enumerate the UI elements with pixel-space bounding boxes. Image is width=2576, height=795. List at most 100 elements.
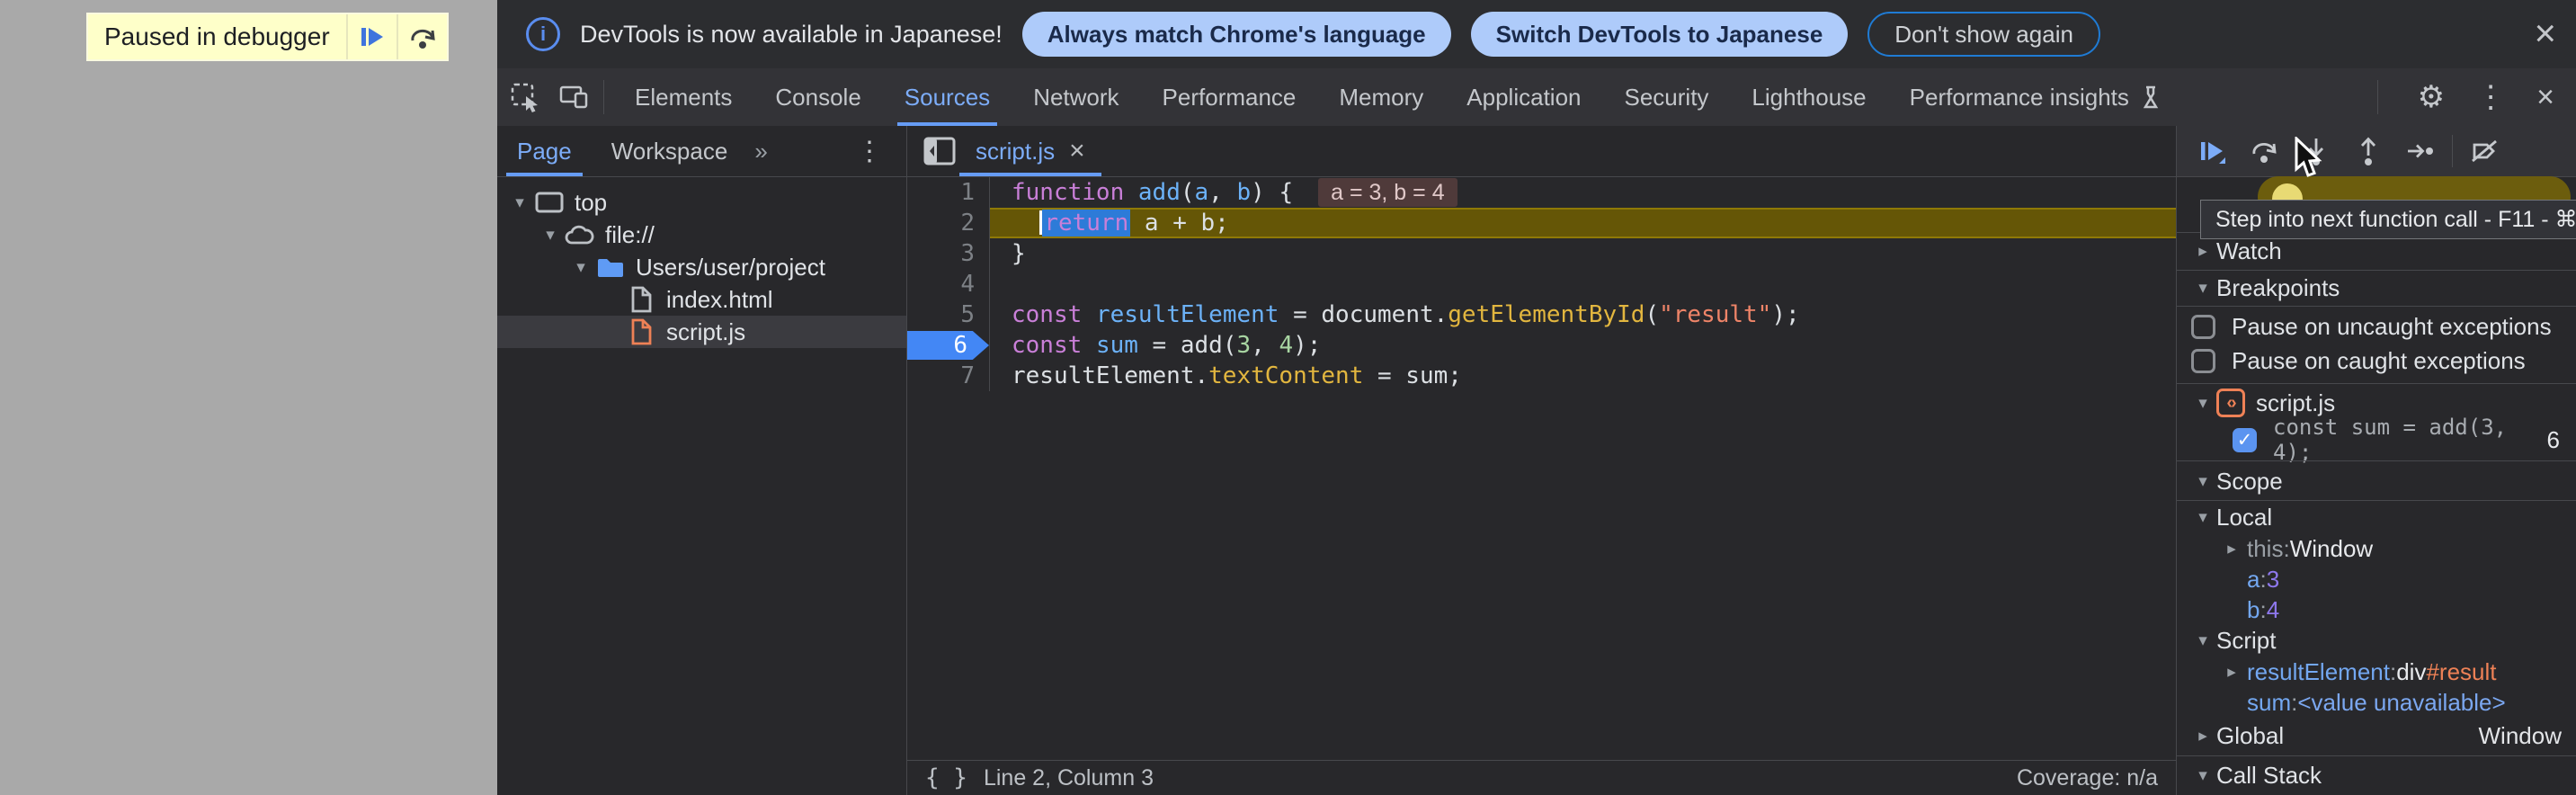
deactivate-breakpoints-button[interactable]: [2458, 126, 2510, 176]
gutter-line-3[interactable]: 3: [907, 238, 990, 269]
scope-variable-row[interactable]: sum: <value unavailable>: [2177, 687, 2576, 718]
watch-section-title: Watch: [2216, 237, 2282, 265]
code-line-3[interactable]: 3}: [907, 238, 2176, 269]
tree-item-label: script.js: [666, 318, 745, 346]
cursor-position: Line 2, Column 3: [984, 765, 1154, 791]
code-line-2[interactable]: 2 return a + b;: [907, 208, 2176, 238]
tree-item-script-js[interactable]: script.js: [497, 316, 906, 348]
tree-item-users-user-project[interactable]: ▾Users/user/project: [497, 251, 906, 283]
resume-script-button[interactable]: [348, 14, 397, 59]
chevron-right-icon[interactable]: ▸: [2189, 726, 2216, 746]
scope-variable-row[interactable]: ▸this: Window: [2177, 533, 2576, 564]
code-line-5[interactable]: 5const resultElement = document.getEleme…: [907, 299, 2176, 330]
tab-elements[interactable]: Elements: [613, 68, 753, 126]
chevron-down-icon[interactable]: ▾: [537, 225, 564, 246]
code-token: resultElement: [1096, 301, 1279, 328]
tab-page[interactable]: Page: [497, 126, 592, 176]
gutter-line-7[interactable]: 7: [907, 361, 990, 391]
section-call-stack[interactable]: ▾ Call Stack: [2177, 756, 2576, 795]
collapse-sidebar-button[interactable]: [920, 133, 959, 169]
code-line-6[interactable]: 6const sum = add(3, 4);: [907, 330, 2176, 361]
step-out-button[interactable]: [2342, 126, 2394, 176]
resume-button[interactable]: [2186, 126, 2238, 176]
code-text: [990, 269, 2176, 299]
toggle-device-toolbar-button[interactable]: [553, 76, 594, 118]
chevron-down-icon[interactable]: ▾: [567, 257, 594, 278]
tab-lighthouse[interactable]: Lighthouse: [1730, 68, 1887, 126]
gutter-line-2[interactable]: 2: [907, 208, 990, 238]
chevron-down-icon[interactable]: ▾: [2189, 507, 2216, 528]
navigator-tabs: Page Workspace » ⋮: [497, 126, 906, 177]
step-over-button[interactable]: [2238, 126, 2290, 176]
tab-performance-insights[interactable]: Performance insights: [1888, 68, 2185, 126]
chevron-down-icon[interactable]: ▾: [2189, 765, 2216, 786]
chevron-down-icon[interactable]: ▾: [2189, 393, 2216, 414]
chevron-down-icon[interactable]: ▾: [2189, 471, 2216, 492]
pause-caught-checkbox[interactable]: [2191, 349, 2215, 373]
tab-application[interactable]: Application: [1445, 68, 1602, 126]
code-token: function: [1012, 179, 1124, 206]
gutter-line-5[interactable]: 5: [907, 299, 990, 330]
editor-tab-scriptjs[interactable]: script.js ×: [959, 126, 1101, 176]
tab-workspace[interactable]: Workspace: [592, 126, 748, 176]
tab-network[interactable]: Network: [1012, 68, 1140, 126]
tree-item-file-[interactable]: ▾file://: [497, 219, 906, 251]
section-breakpoints[interactable]: ▾ Breakpoints: [2177, 270, 2576, 306]
breakpoints-section-title: Breakpoints: [2216, 274, 2340, 302]
code-area[interactable]: 1function add(a, b) {a = 3, b = 42 retur…: [907, 177, 2176, 760]
settings-gear-icon[interactable]: ⚙: [2418, 81, 2445, 113]
section-scope[interactable]: ▾ Scope: [2177, 462, 2576, 500]
close-devtools-icon[interactable]: ×: [2536, 81, 2554, 113]
code-line-7[interactable]: 7resultElement.textContent = sum;: [907, 361, 2176, 391]
step-over-button[interactable]: [398, 14, 447, 59]
code-line-4[interactable]: 4: [907, 269, 2176, 299]
pretty-print-icon[interactable]: { }: [925, 764, 967, 791]
chevron-down-icon[interactable]: ▾: [506, 192, 533, 213]
chevron-down-icon[interactable]: ▾: [2189, 630, 2216, 651]
match-chrome-language-button[interactable]: Always match Chrome's language: [1022, 12, 1451, 57]
notification-close-icon[interactable]: ×: [2534, 13, 2556, 54]
tab-console[interactable]: Console: [753, 68, 882, 126]
code-line-1[interactable]: 1function add(a, b) {a = 3, b = 4: [907, 177, 2176, 208]
tree-item-index-html[interactable]: index.html: [497, 283, 906, 316]
close-tab-icon[interactable]: ×: [1069, 136, 1085, 166]
switch-devtools-japanese-button[interactable]: Switch DevTools to Japanese: [1471, 12, 1849, 57]
tab-performance[interactable]: Performance: [1141, 68, 1318, 126]
tab-label: Network: [1033, 68, 1119, 126]
pause-uncaught-checkbox[interactable]: [2191, 315, 2215, 339]
scope-group-local[interactable]: ▾Local: [2177, 502, 2576, 533]
navigator-menu-icon[interactable]: ⋮: [856, 136, 906, 167]
code-token: [1082, 301, 1096, 328]
dont-show-again-button[interactable]: Don't show again: [1867, 12, 2100, 57]
breakpoint-checkbox[interactable]: ✓: [2233, 428, 2257, 452]
panel-divider[interactable]: [906, 126, 907, 795]
code-token: getElementById: [1448, 301, 1645, 328]
panel-divider[interactable]: [2176, 126, 2177, 795]
scope-group-script[interactable]: ▾Script: [2177, 625, 2576, 657]
screen: Paused in debugger i DevTools is now ava…: [0, 0, 2576, 795]
scope-variable-row[interactable]: b: 4: [2177, 594, 2576, 625]
tab-memory[interactable]: Memory: [1317, 68, 1445, 126]
scope-variable-row[interactable]: ▸resultElement: div#result: [2177, 657, 2576, 687]
chevron-right-icon[interactable]: ▸: [2189, 241, 2216, 262]
scope-group-global[interactable]: ▸GlobalWindow: [2177, 718, 2576, 755]
tab-security[interactable]: Security: [1603, 68, 1731, 126]
breakpoint-entry-row[interactable]: ✓ const sum = add(3, 4); 6: [2177, 421, 2576, 459]
gutter-line-6[interactable]: 6: [907, 330, 990, 361]
line-number: 6: [953, 332, 975, 359]
more-tabs-icon[interactable]: »: [747, 138, 774, 165]
chevron-right-icon[interactable]: ▸: [2216, 539, 2247, 559]
tab-sources[interactable]: Sources: [883, 68, 1012, 126]
scope-variable-row[interactable]: a: 3: [2177, 564, 2576, 594]
gutter-line-1[interactable]: 1: [907, 177, 990, 208]
gutter-line-4[interactable]: 4: [907, 269, 990, 299]
step-button[interactable]: [2394, 126, 2447, 176]
inline-eval-hint: a = 3, b = 4: [1318, 178, 1457, 207]
scope-group-label: Local: [2216, 504, 2272, 531]
tree-item-top[interactable]: ▾top: [497, 186, 906, 219]
chevron-right-icon[interactable]: ▸: [2216, 662, 2247, 683]
chevron-down-icon[interactable]: ▾: [2189, 278, 2216, 299]
inspect-element-button[interactable]: [504, 76, 546, 118]
more-options-icon[interactable]: ⋮: [2475, 81, 2506, 113]
paused-banner-label: Paused in debugger: [88, 14, 346, 59]
